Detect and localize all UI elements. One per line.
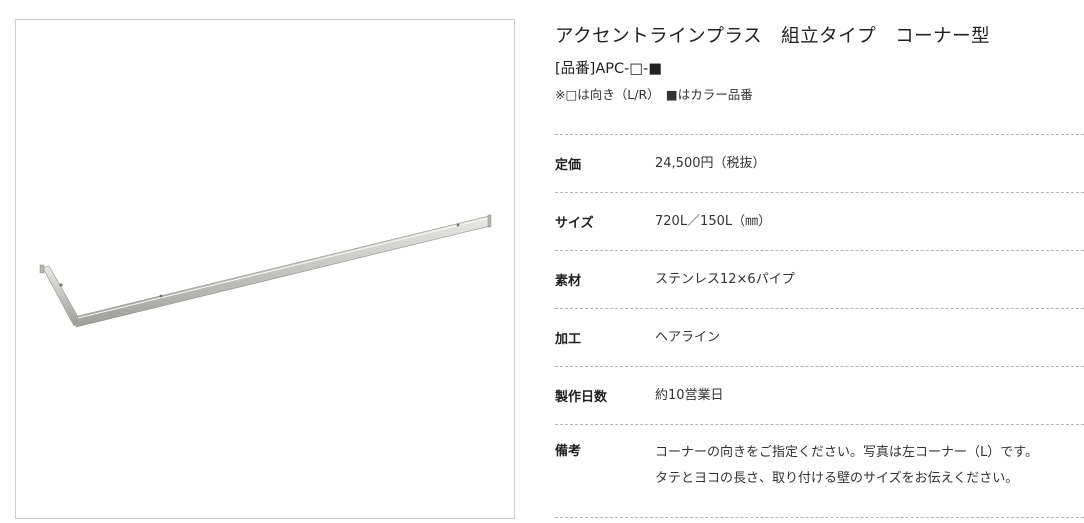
remarks-line: コーナーの向きをご指定ください。写真は左コーナー（L）です。 xyxy=(655,445,1038,460)
product-code-note: ※□は向き（L/R） ■はカラー品番 xyxy=(555,87,753,102)
spec-label: サイズ xyxy=(555,216,594,231)
spec-value: ステンレス12×6パイプ xyxy=(655,271,795,287)
spec-table: 定価 24,500円（税抜） サイズ 720L／150L（㎜） 素材 ステンレス… xyxy=(555,134,1084,518)
product-image xyxy=(39,214,492,328)
product-title: アクセントラインプラス 組立タイプ コーナー型 xyxy=(555,26,991,47)
spec-label: 素材 xyxy=(555,274,582,289)
spec-value-remarks: コーナーの向きをご指定ください。写真は左コーナー（L）です。 タテとヨコの長さ、… xyxy=(655,440,1038,492)
product-image-frame xyxy=(15,19,515,519)
spec-label: 加工 xyxy=(555,332,582,347)
spec-value: 720L／150L（㎜） xyxy=(655,213,772,229)
product-code: [品番]APC-□-■ xyxy=(555,61,662,77)
spec-row-size: サイズ 720L／150L（㎜） xyxy=(555,192,1084,250)
spec-row-lead-time: 製作日数 約10営業日 xyxy=(555,366,1084,424)
spec-value: 約10営業日 xyxy=(655,387,724,403)
spec-row-remarks: 備考 コーナーの向きをご指定ください。写真は左コーナー（L）です。 タテとヨコの… xyxy=(555,424,1084,518)
spec-value: 24,500円（税抜） xyxy=(655,155,766,171)
spec-label: 製作日数 xyxy=(555,390,608,405)
spec-label: 備考 xyxy=(555,444,582,459)
spec-row-material: 素材 ステンレス12×6パイプ xyxy=(555,250,1084,308)
spec-row-price: 定価 24,500円（税抜） xyxy=(555,134,1084,192)
spec-value: ヘアライン xyxy=(655,329,721,345)
spec-row-finish: 加工 ヘアライン xyxy=(555,308,1084,366)
product-info: アクセントラインプラス 組立タイプ コーナー型 [品番]APC-□-■ ※□は向… xyxy=(555,20,1084,104)
remarks-line: タテとヨコの長さ、取り付ける壁のサイズをお伝えください。 xyxy=(655,471,1019,486)
spec-label: 定価 xyxy=(555,158,582,173)
